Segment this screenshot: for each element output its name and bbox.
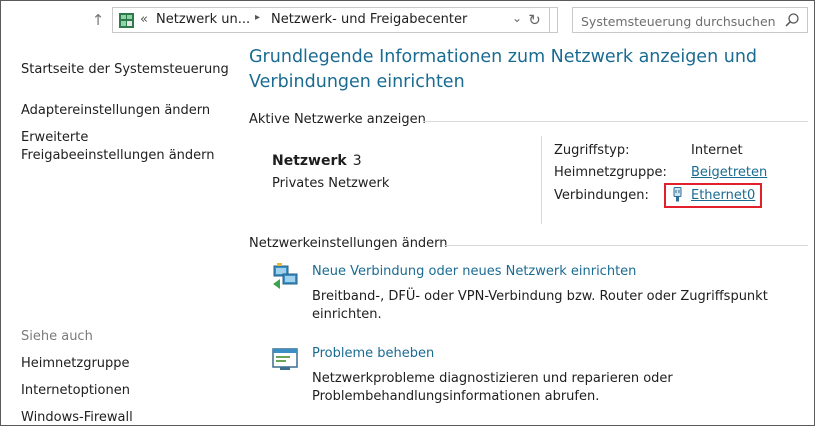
section-divider — [423, 121, 808, 122]
sidebar-item-homegroup[interactable]: Heimnetzgruppe — [21, 355, 130, 373]
search-input[interactable] — [579, 11, 778, 31]
address-toolbar: ↑ « Netzwerk un... ▸ Netzwerk- und Freig… — [1, 1, 814, 41]
access-type-value: Internet — [691, 143, 743, 158]
search-icon[interactable] — [784, 12, 800, 28]
change-settings-heading: Netzwerkeinstellungen ändern — [249, 236, 448, 251]
search-box[interactable] — [572, 7, 808, 33]
troubleshoot-description-line2: Problembehandlungsinformationen abrufen. — [312, 389, 600, 404]
explorer-window: ↑ « Netzwerk un... ▸ Netzwerk- und Freig… — [0, 0, 815, 426]
page-title-line1: Grundlegende Informationen zum Netzwerk … — [249, 47, 758, 67]
new-connection-icon — [273, 263, 298, 289]
network-info-divider — [541, 136, 542, 224]
breadcrumb-network-internet[interactable]: Netzwerk un... — [156, 12, 250, 27]
refresh-button[interactable]: ↻ — [520, 7, 550, 33]
new-connection-description: Breitband-, DFÜ- oder VPN-Verbindung bzw… — [312, 288, 792, 324]
sidebar-item-windows-firewall[interactable]: Windows-Firewall — [21, 409, 133, 425]
breadcrumb-separator-icon[interactable]: ▸ — [255, 12, 260, 23]
sidebar-item-adapter-settings[interactable]: Adaptereinstellungen ändern — [21, 102, 210, 120]
network-number: 3 — [352, 153, 362, 169]
network-type: Privates Netzwerk — [272, 176, 390, 191]
homegroup-link[interactable]: Beigetreten — [691, 165, 767, 180]
page-title-line2: Verbindungen einrichten — [249, 72, 465, 92]
ethernet-connection-link[interactable]: Ethernet0 — [691, 188, 755, 203]
access-type-label: Zugriffstyp: — [554, 143, 630, 158]
active-networks-heading: Aktive Netzwerke anzeigen — [249, 112, 426, 127]
see-also-heading: Siehe auch — [21, 329, 93, 344]
homegroup-label: Heimnetzgruppe: — [554, 165, 667, 180]
sidebar-item-internet-options[interactable]: Internetoptionen — [21, 382, 130, 400]
troubleshoot-description: Netzwerkprobleme diagnostizieren und rep… — [312, 370, 792, 406]
control-panel-icon — [119, 13, 134, 28]
page-title: Grundlegende Informationen zum Netzwerk … — [249, 45, 769, 95]
section-divider — [444, 245, 808, 246]
refresh-icon: ↻ — [528, 11, 541, 29]
address-bar[interactable]: « Netzwerk un... ▸ Netzwerk- und Freigab… — [112, 7, 558, 33]
network-name: Netzwerk 3 — [272, 153, 362, 169]
troubleshoot-icon — [272, 348, 298, 370]
new-connection-description-line2: einrichten. — [312, 307, 382, 322]
network-name-label: Netzwerk — [272, 153, 347, 169]
connections-label: Verbindungen: — [554, 188, 649, 203]
up-arrow-icon[interactable]: ↑ — [89, 10, 107, 30]
troubleshoot-description-line1: Netzwerkprobleme diagnostizieren und rep… — [312, 371, 673, 386]
new-connection-description-line1: Breitband-, DFÜ- oder VPN-Verbindung bzw… — [312, 289, 768, 304]
troubleshoot-link[interactable]: Probleme beheben — [312, 346, 434, 361]
breadcrumb-overflow[interactable]: « — [140, 12, 148, 27]
sidebar-item-control-panel-home[interactable]: Startseite der Systemsteuerung — [21, 61, 229, 79]
sidebar-item-advanced-sharing-line2[interactable]: Freigabeeinstellungen ändern — [21, 147, 215, 165]
ethernet-icon — [673, 187, 682, 202]
new-connection-link[interactable]: Neue Verbindung oder neues Netzwerk einr… — [312, 264, 636, 279]
breadcrumb-network-sharing-center[interactable]: Netzwerk- und Freigabecenter — [271, 12, 467, 27]
sidebar-item-advanced-sharing-line1[interactable]: Erweiterte — [21, 129, 88, 147]
